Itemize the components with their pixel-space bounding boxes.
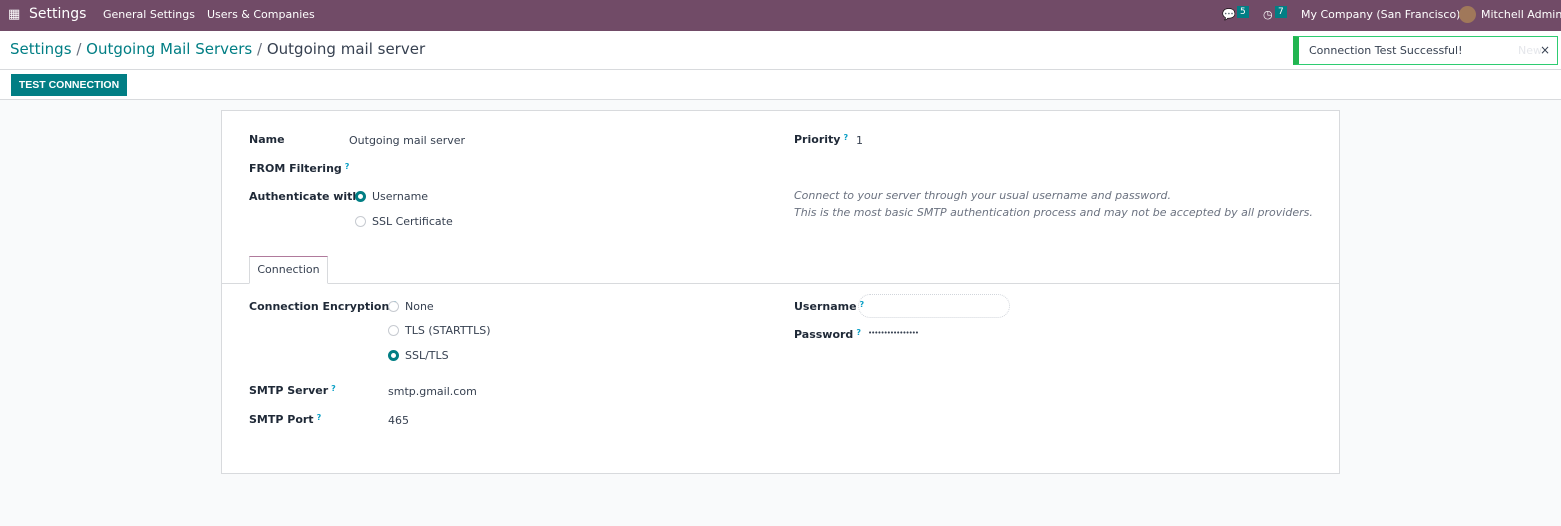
breadcrumb-current: Outgoing mail server [266,40,426,58]
name-field[interactable]: Outgoing mail server [349,134,465,147]
username-field[interactable] [858,294,1010,318]
smtp-server-label-text: SMTP Server [249,384,329,397]
encryption-tls-radio[interactable] [388,325,399,336]
messages-icon[interactable]: 💬 [1222,0,1236,29]
priority-label: Priority? [794,133,848,146]
help-icon[interactable]: ? [345,162,350,171]
form-sheet: Name Outgoing mail server Priority? 1 FR… [221,110,1340,474]
from-filtering-label-text: FROM Filtering [249,162,342,175]
company-switcher[interactable]: My Company (San Francisco) [1301,0,1460,29]
encryption-label: Connection Encryption? [249,300,397,313]
smtp-port-label: SMTP Port? [249,413,321,426]
encryption-ssl-label[interactable]: SSL/TLS [405,349,449,362]
auth-hint-line-2: This is the most basic SMTP authenticati… [794,206,1313,219]
breadcrumb-settings[interactable]: Settings [10,40,72,58]
smtp-port-label-text: SMTP Port [249,413,314,426]
auth-username-radio[interactable] [355,191,366,202]
encryption-none-label[interactable]: None [405,300,434,313]
avatar[interactable] [1459,6,1476,23]
auth-ssl-certificate-radio[interactable] [355,216,366,227]
encryption-ssl-radio[interactable] [388,350,399,361]
tab-divider [222,283,1339,284]
password-label: Password? [794,328,861,341]
auth-ssl-certificate-label[interactable]: SSL Certificate [372,215,453,228]
tab-connection[interactable]: Connection [249,256,328,284]
activities-badge: 7 [1275,6,1287,18]
app-name[interactable]: Settings [29,0,86,29]
control-panel: TEST CONNECTION [0,70,1561,100]
menu-general-settings[interactable]: General Settings [103,0,195,29]
apps-menu-icon[interactable]: ▦ [8,0,20,29]
menu-users-companies[interactable]: Users & Companies [207,0,315,29]
test-connection-button[interactable]: TEST CONNECTION [11,74,127,96]
encryption-tls-label[interactable]: TLS (STARTTLS) [405,324,490,337]
password-field[interactable]: •••••••••••••••• [868,329,919,337]
user-menu[interactable]: Mitchell Admin [1481,0,1561,29]
from-filtering-label: FROM Filtering? [249,162,349,175]
messages-badge: 5 [1237,6,1249,18]
priority-label-text: Priority [794,133,841,146]
password-label-text: Password [794,328,854,341]
priority-field[interactable]: 1 [856,134,863,147]
help-icon[interactable]: ? [856,328,861,337]
smtp-server-label: SMTP Server? [249,384,336,397]
auth-username-label[interactable]: Username [372,190,428,203]
new-button-behind: New [1518,44,1542,57]
encryption-none-radio[interactable] [388,301,399,312]
smtp-port-field[interactable]: 465 [388,414,409,427]
authenticate-label: Authenticate with [249,190,361,203]
help-icon[interactable]: ? [331,384,336,393]
smtp-server-field[interactable]: smtp.gmail.com [388,385,477,398]
activities-icon[interactable]: ◷ [1263,0,1273,29]
top-navbar: ▦ Settings General Settings Users & Comp… [0,0,1561,31]
encryption-label-text: Connection Encryption [249,300,390,313]
username-label: Username? [794,300,864,313]
auth-hint-line-1: Connect to your server through your usua… [794,189,1172,202]
toast-message: Connection Test Successful! [1309,44,1463,57]
username-label-text: Username [794,300,857,313]
success-notification: Connection Test Successful! New × [1293,36,1558,65]
name-label: Name [249,133,285,146]
tab-connection-label: Connection [257,263,320,276]
breadcrumb-outgoing-mail-servers[interactable]: Outgoing Mail Servers [86,40,252,58]
help-icon[interactable]: ? [843,133,848,142]
help-icon[interactable]: ? [317,413,322,422]
close-icon[interactable]: × [1540,43,1550,57]
